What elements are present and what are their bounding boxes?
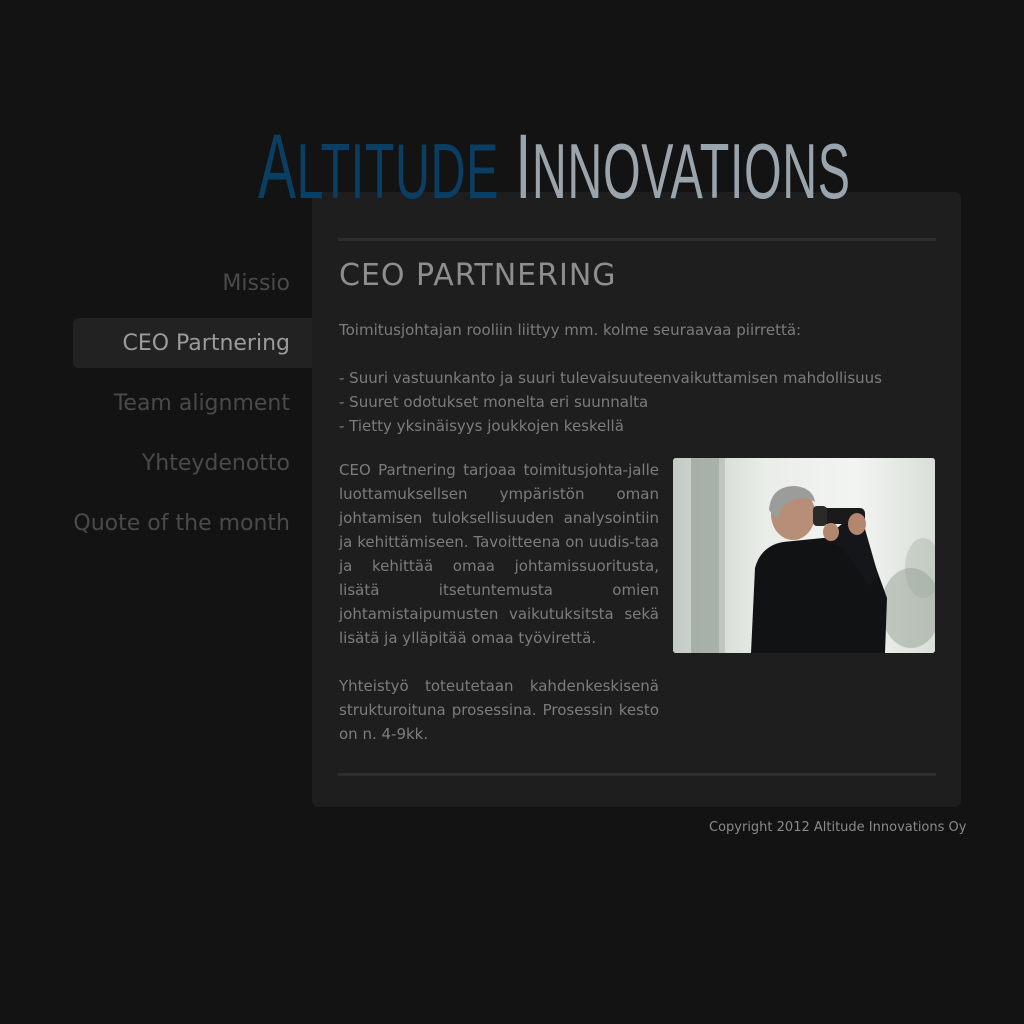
nav-item-quote-of-the-month[interactable]: Quote of the month: [73, 498, 312, 548]
copyright-text: Copyright 2012 Altitude Innovations Oy: [709, 820, 967, 835]
list-item: - Tietty yksinäisyys joukkojen keskellä: [339, 417, 624, 435]
logo-word-innovations: INNOVATIONS: [515, 116, 851, 218]
list-item: - Suuri vastuunkanto ja suuri tulevaisuu…: [339, 369, 882, 387]
nav-item-team-alignment[interactable]: Team alignment: [73, 378, 312, 428]
page-title: CEO PARTNERING: [339, 258, 617, 293]
page: ALTITUDE INNOVATIONS CEO PARTNERING Toim…: [0, 0, 1024, 1024]
nav-item-label: Missio: [222, 271, 290, 296]
nav-item-label: Team alignment: [113, 391, 290, 416]
body-paragraph-1: CEO Partnering tarjoaa toimitusjohta-jal…: [339, 461, 659, 647]
man-with-binoculars-photo: [673, 458, 935, 653]
nav-item-missio[interactable]: Missio: [73, 258, 312, 308]
nav-item-yhteydenotto[interactable]: Yhteydenotto: [73, 438, 312, 488]
nav-item-label: Yhteydenotto: [141, 451, 290, 476]
body-paragraph-2: Yhteistyö toteutetaan kahdenkeskisenä st…: [339, 677, 659, 743]
divider-top: [338, 238, 936, 241]
divider-bottom: [338, 773, 936, 776]
sidebar-nav: Missio CEO Partnering Team alignment Yht…: [73, 258, 312, 558]
site-logo[interactable]: ALTITUDE INNOVATIONS: [258, 112, 851, 222]
list-item: - Suuret odotukset monelta eri suunnalta: [339, 393, 649, 411]
bullet-list: - Suuri vastuunkanto ja suuri tulevaisuu…: [339, 366, 882, 438]
nav-item-label: Quote of the month: [73, 511, 290, 536]
intro-text: Toimitusjohtajan rooliin liittyy mm. kol…: [339, 321, 802, 339]
logo-word-altitude: ALTITUDE: [258, 116, 499, 218]
nav-item-label: CEO Partnering: [122, 331, 290, 356]
nav-item-ceo-partnering[interactable]: CEO Partnering: [73, 318, 312, 368]
